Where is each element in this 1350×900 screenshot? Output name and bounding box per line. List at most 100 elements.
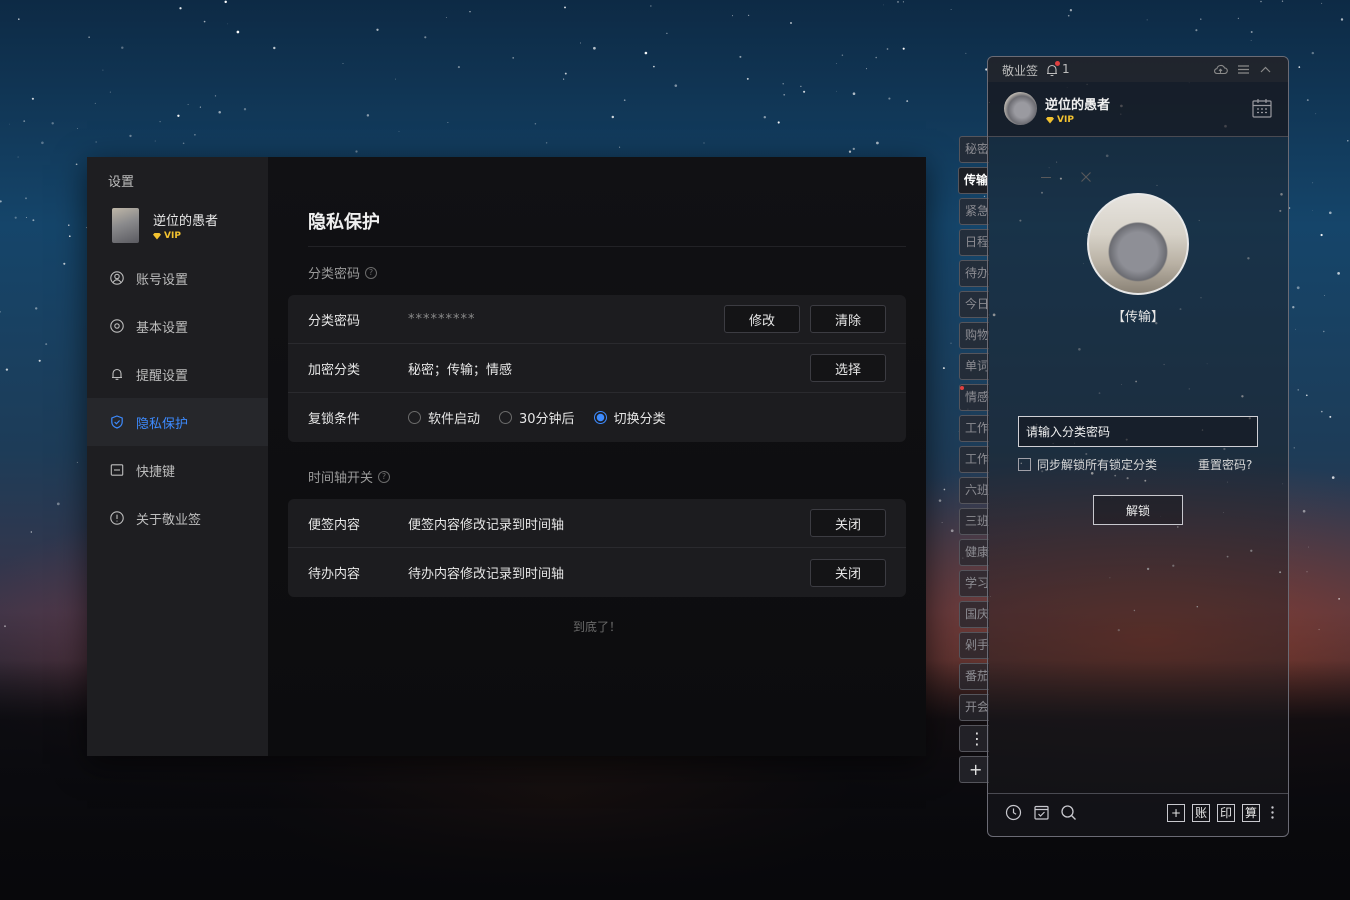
toggle-note-timeline-button[interactable]: 关闭 <box>810 509 886 537</box>
side-tab-item[interactable]: 紧急 <box>959 198 989 225</box>
settings-window-title: 设置 <box>108 175 135 190</box>
settings-content: 隐私保护 分类密码 ? 分类密码 ********* 修改 清除 加密分类 秘密… <box>268 157 1091 756</box>
side-tab-item[interactable]: 三班 <box>959 508 989 535</box>
print-tool-button[interactable]: 印 <box>1217 804 1235 822</box>
sidebar-item-label: 账号设置 <box>136 272 189 288</box>
side-tab-item[interactable]: 国庆 <box>959 601 989 628</box>
radio-switch-category[interactable]: 切换分类 <box>593 408 666 427</box>
vip-badge: VIP <box>153 231 218 241</box>
todo-check-icon[interactable] <box>1033 804 1050 821</box>
toggle-todo-timeline-button[interactable]: 关闭 <box>810 558 886 587</box>
sidebar-item-label: 基本设置 <box>136 320 189 336</box>
reset-password-link[interactable]: 重置密码? <box>1198 456 1252 473</box>
sidebar-user-card[interactable]: 逆位的愚者 VIP <box>112 208 218 243</box>
side-tab-item[interactable]: 单词 <box>959 353 989 380</box>
add-tab-button[interactable]: + <box>959 756 989 783</box>
side-tab-item[interactable]: 秘密 <box>959 136 989 163</box>
calculator-tool-button[interactable]: 算 <box>1242 804 1260 822</box>
divider <box>308 246 906 247</box>
row-label: 待办内容 <box>308 567 361 582</box>
add-note-button[interactable]: + <box>1167 804 1185 822</box>
avatar[interactable] <box>112 208 139 243</box>
search-icon[interactable] <box>1060 804 1077 821</box>
notification-count: 1 <box>1062 62 1070 76</box>
sidebar-item-label: 快捷键 <box>136 464 176 480</box>
bell-icon <box>110 367 124 381</box>
clear-password-button[interactable]: 清除 <box>810 305 886 333</box>
sidebar-item-label: 关于敬业签 <box>136 512 202 528</box>
side-tab-item[interactable]: 剁手 <box>959 632 989 659</box>
side-tab-item[interactable]: 番茄 <box>959 663 989 690</box>
sidebar-item-reminder[interactable]: 提醒设置 <box>87 350 268 398</box>
timeline-settings-card: 便签内容 便签内容修改记录到时间轴 关闭 待办内容 待办内容修改记录到时间轴 关… <box>288 499 906 597</box>
page-title: 隐私保护 <box>308 212 380 233</box>
password-settings-card: 分类密码 ********* 修改 清除 加密分类 秘密；传输；情感 选择 复锁… <box>288 295 906 442</box>
locked-category-avatar <box>1087 193 1189 295</box>
more-tabs-button[interactable]: ⋮ <box>959 725 989 752</box>
radio-label: 切换分类 <box>613 412 666 427</box>
sidebar-item-privacy[interactable]: 隐私保护 <box>87 398 268 446</box>
diamond-icon <box>153 232 161 240</box>
timeline-note-row: 便签内容 便签内容修改记录到时间轴 关闭 <box>288 499 906 548</box>
bell-icon[interactable] <box>1045 61 1060 77</box>
sidebar-item-account[interactable]: 账号设置 <box>87 254 268 302</box>
widget-titlebar[interactable]: 敬业签 1 <box>988 57 1288 82</box>
side-tab-item[interactable]: 日程 <box>959 229 989 256</box>
choose-categories-button[interactable]: 选择 <box>810 354 886 382</box>
row-label: 复锁条件 <box>308 412 361 427</box>
user-icon <box>110 271 124 285</box>
modify-password-button[interactable]: 修改 <box>724 305 800 333</box>
timeline-todo-row: 待办内容 待办内容修改记录到时间轴 关闭 <box>288 548 906 597</box>
section-title: 时间轴开关 <box>308 471 374 486</box>
unlock-button[interactable]: 解锁 <box>1093 495 1183 525</box>
relock-radio-group: 软件启动 30分钟后 切换分类 <box>408 408 666 427</box>
radio-circle <box>408 411 421 424</box>
settings-window: 设置 逆位的愚者 VIP 账号设置 基本设置 提醒设置 隐私保护 快捷键 关于敬… <box>87 157 1091 756</box>
radio-app-start[interactable]: 软件启动 <box>408 408 480 427</box>
encrypted-categories-value: 秘密；传输；情感 <box>408 362 513 378</box>
row-description: 便签内容修改记录到时间轴 <box>408 517 565 533</box>
more-vertical-icon[interactable] <box>1264 804 1274 821</box>
user-name: 逆位的愚者 <box>153 214 219 229</box>
masked-password: ********* <box>408 311 476 327</box>
sidebar-item-basic[interactable]: 基本设置 <box>87 302 268 350</box>
info-icon <box>110 511 124 525</box>
sidebar-item-shortcuts[interactable]: 快捷键 <box>87 446 268 494</box>
avatar[interactable] <box>1004 92 1037 125</box>
side-tab-item[interactable]: 六班 <box>959 477 989 504</box>
menu-icon[interactable] <box>1236 62 1251 77</box>
radio-30-minutes[interactable]: 30分钟后 <box>499 408 575 427</box>
side-tab-item[interactable]: 工作 <box>959 446 989 473</box>
section-label-timeline: 时间轴开关 ? <box>308 467 391 486</box>
password-row: 分类密码 ********* 修改 清除 <box>288 295 906 344</box>
radio-label: 30分钟后 <box>519 412 575 427</box>
side-tab-item[interactable]: 今日 <box>959 291 989 318</box>
side-tab-item[interactable]: 购物 <box>959 322 989 349</box>
checkbox-box <box>1018 458 1031 471</box>
help-icon[interactable]: ? <box>378 470 391 483</box>
calendar-icon[interactable] <box>1251 97 1273 119</box>
chevron-up-icon[interactable] <box>1258 62 1273 77</box>
accounting-tool-button[interactable]: 账 <box>1192 804 1210 822</box>
row-label: 加密分类 <box>308 362 361 378</box>
category-password-input[interactable] <box>1018 416 1258 447</box>
cloud-sync-icon[interactable] <box>1213 62 1228 77</box>
row-label: 便签内容 <box>308 517 361 533</box>
side-tab-item[interactable]: 工作 <box>959 415 989 442</box>
side-tab-item[interactable]: 待办 <box>959 260 989 287</box>
side-tab-item[interactable]: 学习 <box>959 570 989 597</box>
side-tab-item[interactable]: 开会 <box>959 694 989 721</box>
section-title: 分类密码 <box>308 267 361 282</box>
side-tab-item[interactable]: 传输 <box>958 167 988 194</box>
sidebar-item-about[interactable]: 关于敬业签 <box>87 494 268 542</box>
user-name: 逆位的愚者 <box>1045 98 1111 113</box>
app-name: 敬业签 <box>1002 64 1039 78</box>
sync-unlock-checkbox[interactable]: 同步解锁所有锁定分类 <box>1018 456 1157 473</box>
settings-nav: 账号设置 基本设置 提醒设置 隐私保护 快捷键 关于敬业签 <box>87 254 268 542</box>
clock-icon[interactable] <box>1005 804 1022 821</box>
help-icon[interactable]: ? <box>365 266 378 279</box>
side-tab-item[interactable]: 健康 <box>959 539 989 566</box>
keyboard-icon <box>110 463 124 477</box>
locked-category-name: 【传输】 <box>1111 310 1164 325</box>
notification-dot <box>1055 61 1060 66</box>
